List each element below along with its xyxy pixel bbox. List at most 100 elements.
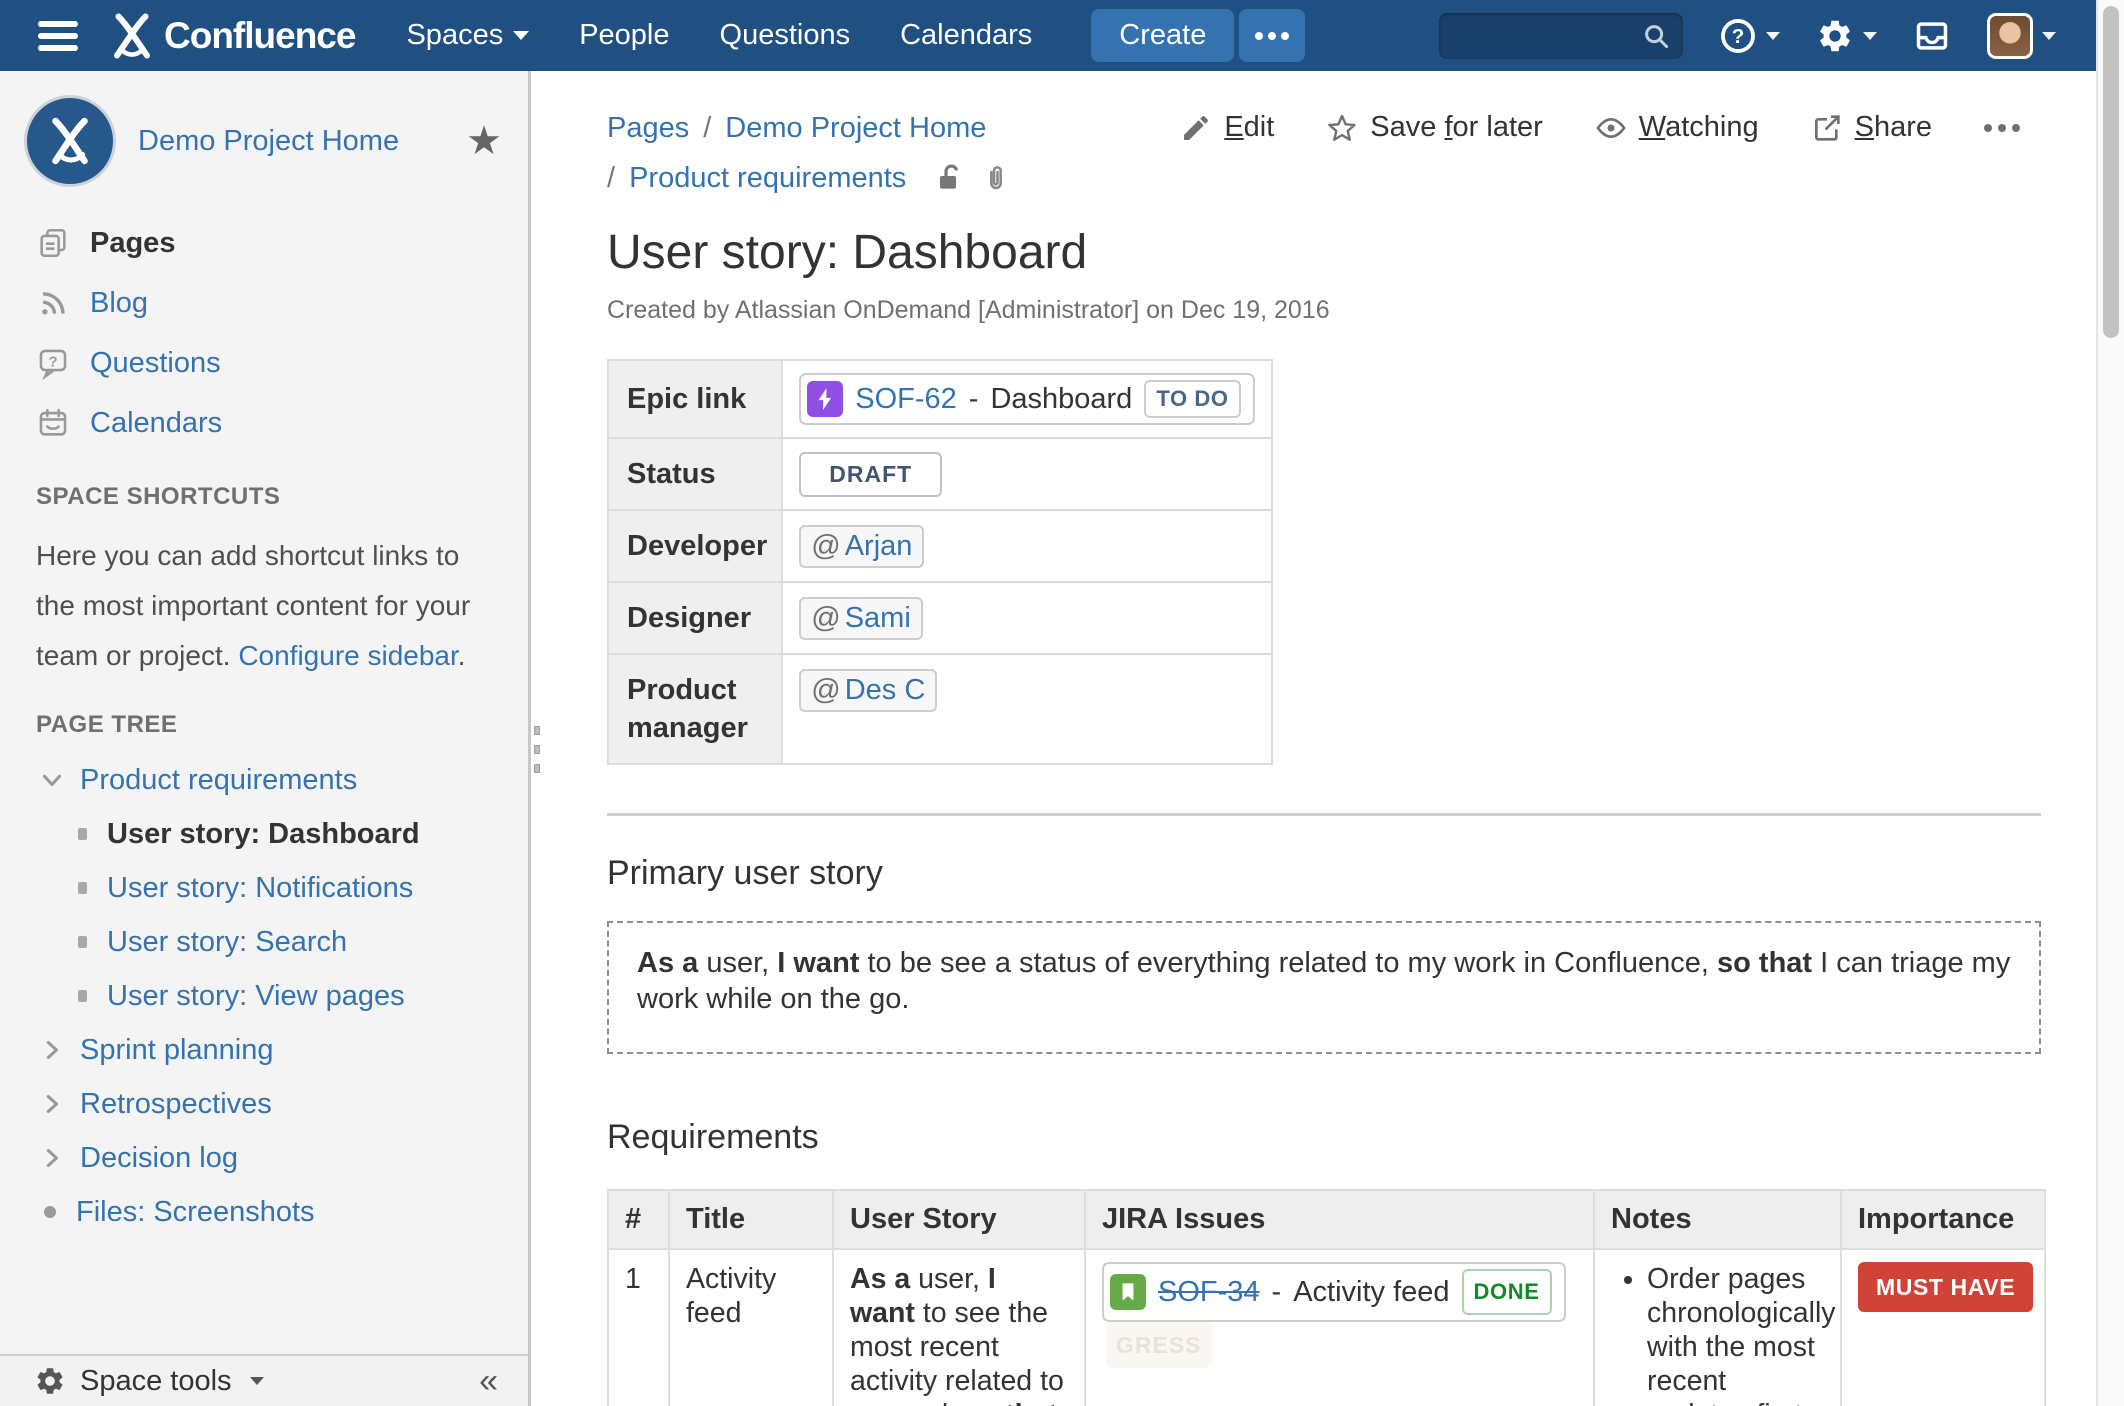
tree-item-label[interactable]: Product requirements <box>80 764 357 797</box>
mention-arjan[interactable]: @Arjan <box>799 525 924 568</box>
unlock-icon[interactable] <box>934 162 966 194</box>
watching-label: atching <box>1665 111 1759 143</box>
tree-item-user-story-dashboard[interactable]: User story: Dashboard <box>0 807 528 861</box>
create-button[interactable]: Create <box>1091 9 1234 62</box>
save-accesskey: f <box>1444 111 1452 143</box>
cell-importance: MUST HAVE <box>1841 1249 2045 1406</box>
chevron-right-icon[interactable] <box>40 1038 64 1062</box>
sidebar-item-questions[interactable]: ? Questions <box>0 333 528 393</box>
nav-calendars-label: Calendars <box>900 19 1032 52</box>
paperclip-icon[interactable] <box>980 162 1012 194</box>
sidebar-item-label: Pages <box>90 227 175 260</box>
tree-item-label[interactable]: User story: Dashboard <box>107 818 420 851</box>
create-more-button[interactable] <box>1239 9 1305 62</box>
epic-icon <box>807 381 843 417</box>
space-shortcuts-heading: SPACE SHORTCUTS <box>36 483 528 511</box>
scrollbar-thumb[interactable] <box>2103 6 2119 338</box>
breadcrumb-demo-project-home[interactable]: Demo Project Home <box>725 112 986 145</box>
help-menu[interactable]: ? <box>1719 17 1780 55</box>
nav-questions[interactable]: Questions <box>695 19 876 52</box>
tree-item-user-story-view-pages[interactable]: User story: View pages <box>0 969 528 1023</box>
chevron-right-icon[interactable] <box>40 1092 64 1116</box>
sidebar-item-blog[interactable]: Blog <box>0 273 528 333</box>
space-shortcuts-help-text: Here you can add shortcut links to the m… <box>36 531 494 681</box>
notifications-tray[interactable] <box>1913 17 1951 55</box>
pencil-icon <box>1180 112 1212 144</box>
jira-issue-chip-sof-34[interactable]: SOF-34 - Activity feed DONE <box>1102 1262 1566 1322</box>
help-icon: ? <box>1719 17 1757 55</box>
jira-issue-chip-sof-62[interactable]: SOF-62 - Dashboard TO DO <box>799 373 1254 425</box>
table-row: Status DRAFT <box>608 438 1272 510</box>
eye-icon <box>1595 112 1627 144</box>
breadcrumb-pages[interactable]: Pages <box>607 112 689 145</box>
tree-item-label[interactable]: Decision log <box>80 1142 238 1175</box>
tree-item-retrospectives[interactable]: Retrospectives <box>0 1077 528 1131</box>
brand-name: Confluence <box>164 15 355 57</box>
meta-label-product-manager: Product manager <box>608 654 782 764</box>
cell-user-story: As a user, I want to see the most recent… <box>833 1249 1085 1406</box>
nav-spaces[interactable]: Spaces <box>381 19 554 52</box>
sidebar-resize-handle[interactable] <box>534 726 540 773</box>
search-input[interactable] <box>1451 20 1641 51</box>
quick-search <box>1439 13 1683 59</box>
story-bold: As a <box>850 1263 910 1295</box>
bullet-icon <box>44 1206 56 1218</box>
save-label: Save <box>1370 111 1444 143</box>
issue-key-link[interactable]: SOF-34 <box>1158 1275 1260 1309</box>
tree-item-label[interactable]: Retrospectives <box>80 1088 272 1121</box>
tree-item-label[interactable]: User story: Notifications <box>107 872 413 905</box>
page-byline: Created by Atlassian OnDemand [Administr… <box>607 296 2041 325</box>
rss-icon <box>36 286 70 320</box>
sidebar-item-pages[interactable]: Pages <box>0 213 528 273</box>
space-tools-bar[interactable]: Space tools « <box>0 1354 528 1406</box>
configure-sidebar-link[interactable]: Configure sidebar <box>238 640 457 671</box>
horizontal-divider <box>607 813 2041 816</box>
chevron-right-icon[interactable] <box>40 1146 64 1170</box>
watching-button[interactable]: Watching <box>1595 111 1759 144</box>
share-icon <box>1811 112 1843 144</box>
space-logo[interactable] <box>24 95 116 187</box>
page-actions: Edit Save for later Watching <box>1180 111 2020 144</box>
space-home-link[interactable]: Demo Project Home <box>138 125 444 158</box>
tree-item-sprint-planning[interactable]: Sprint planning <box>0 1023 528 1077</box>
breadcrumb-product-requirements[interactable]: Product requirements <box>629 162 906 195</box>
mention-des-c[interactable]: @Des C <box>799 669 937 712</box>
edit-button[interactable]: Edit <box>1180 111 1274 144</box>
nav-calendars[interactable]: Calendars <box>875 19 1057 52</box>
confluence-logo[interactable]: Confluence <box>108 12 355 60</box>
more-actions-button[interactable] <box>1984 124 2020 132</box>
meta-label-epic-link: Epic link <box>608 360 782 438</box>
tree-item-user-story-notifications[interactable]: User story: Notifications <box>0 861 528 915</box>
save-for-later-button[interactable]: Save for later <box>1326 111 1543 144</box>
main-column: Confluence Spaces People Questions Calen… <box>0 0 2096 1406</box>
requirements-table: # Title User Story JIRA Issues Notes Imp… <box>607 1189 2046 1406</box>
tree-item-label[interactable]: User story: Search <box>107 926 347 959</box>
story-bookmark-icon <box>1110 1274 1146 1310</box>
hamburger-menu-icon[interactable] <box>38 21 78 51</box>
chevron-down-icon[interactable] <box>40 768 64 792</box>
sidebar-item-calendars[interactable]: Calendars <box>0 393 528 453</box>
tree-item-label[interactable]: Sprint planning <box>80 1034 273 1067</box>
tree-item-decision-log[interactable]: Decision log <box>0 1131 528 1185</box>
app-window: Confluence Spaces People Questions Calen… <box>0 0 2124 1406</box>
search-icon[interactable] <box>1641 21 1671 51</box>
tree-item-label[interactable]: Files: Screenshots <box>76 1196 315 1229</box>
user-menu[interactable] <box>1987 13 2056 59</box>
tree-item-label[interactable]: User story: View pages <box>107 980 405 1013</box>
share-button[interactable]: Share <box>1811 111 1932 144</box>
favourite-star-icon[interactable]: ★ <box>466 121 502 161</box>
page-content: Pages / Demo Project Home / Product requ… <box>531 71 2096 1406</box>
vertical-scrollbar[interactable] <box>2096 0 2124 1406</box>
tree-item-files-screenshots[interactable]: Files: Screenshots <box>0 1185 528 1239</box>
tree-item-user-story-search[interactable]: User story: Search <box>0 915 528 969</box>
issue-key-link[interactable]: SOF-62 <box>855 383 957 416</box>
meta-label-developer: Developer <box>608 510 782 582</box>
create-button-group: Create <box>1091 9 1305 62</box>
settings-menu[interactable] <box>1816 17 1877 55</box>
requirements-heading: Requirements <box>607 1118 2041 1157</box>
collapse-sidebar-icon[interactable]: « <box>479 1362 498 1401</box>
chevron-down-icon <box>250 1377 264 1385</box>
tree-item-product-requirements[interactable]: Product requirements <box>0 753 528 807</box>
mention-sami[interactable]: @Sami <box>799 597 923 640</box>
nav-people[interactable]: People <box>554 19 694 52</box>
